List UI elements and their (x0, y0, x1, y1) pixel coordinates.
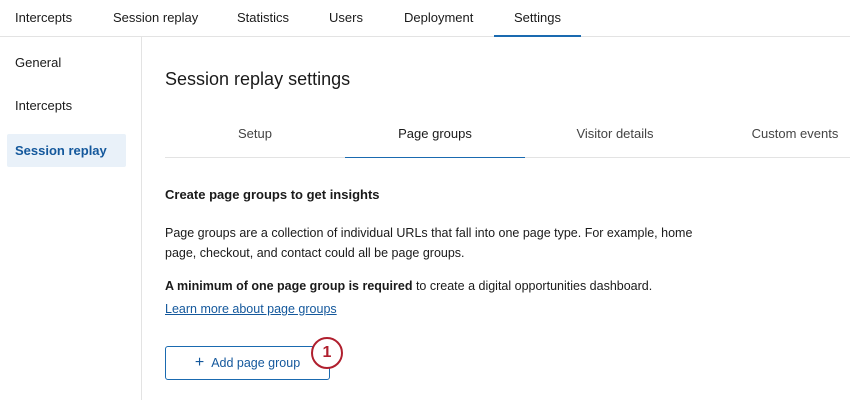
tab-statistics[interactable]: Statistics (217, 0, 309, 36)
plus-icon: + (194, 354, 205, 371)
page-title: Session replay settings (165, 69, 351, 89)
sidebar-item-session-replay[interactable]: Session replay (7, 134, 126, 167)
sidebar-item-general[interactable]: General (7, 46, 126, 79)
add-page-group-label: Add page group (211, 356, 301, 370)
top-nav-tabs: Intercepts Session replay Statistics Use… (0, 0, 850, 37)
tab-deployment[interactable]: Deployment (384, 0, 493, 36)
step-callout-badge: 1 (311, 337, 343, 369)
tab-intercepts[interactable]: Intercepts (0, 0, 92, 36)
page-groups-description: Page groups are a collection of individu… (165, 226, 693, 260)
add-page-group-button[interactable]: + Add page group (165, 346, 330, 380)
requirement-rest: to create a digital opportunities dashbo… (412, 279, 653, 293)
tab-setup[interactable]: Setup (165, 116, 345, 157)
learn-more-link[interactable]: Learn more about page groups (165, 302, 337, 316)
tab-custom-events[interactable]: Custom events (705, 116, 850, 157)
requirement-text: A minimum of one page group is required … (165, 277, 652, 295)
requirement-bold: A minimum of one page group is required (165, 279, 413, 293)
tab-settings[interactable]: Settings (494, 0, 581, 37)
settings-sub-tabs: Setup Page groups Visitor details Custom… (165, 116, 850, 158)
sidebar-item-intercepts[interactable]: Intercepts (7, 89, 126, 122)
tab-page-groups[interactable]: Page groups (345, 116, 525, 158)
tab-users[interactable]: Users (309, 0, 383, 36)
tab-visitor-details[interactable]: Visitor details (525, 116, 705, 157)
settings-sidebar: General Intercepts Session replay (0, 37, 142, 400)
section-heading: Create page groups to get insights (165, 187, 380, 202)
tab-session-replay[interactable]: Session replay (93, 0, 218, 36)
